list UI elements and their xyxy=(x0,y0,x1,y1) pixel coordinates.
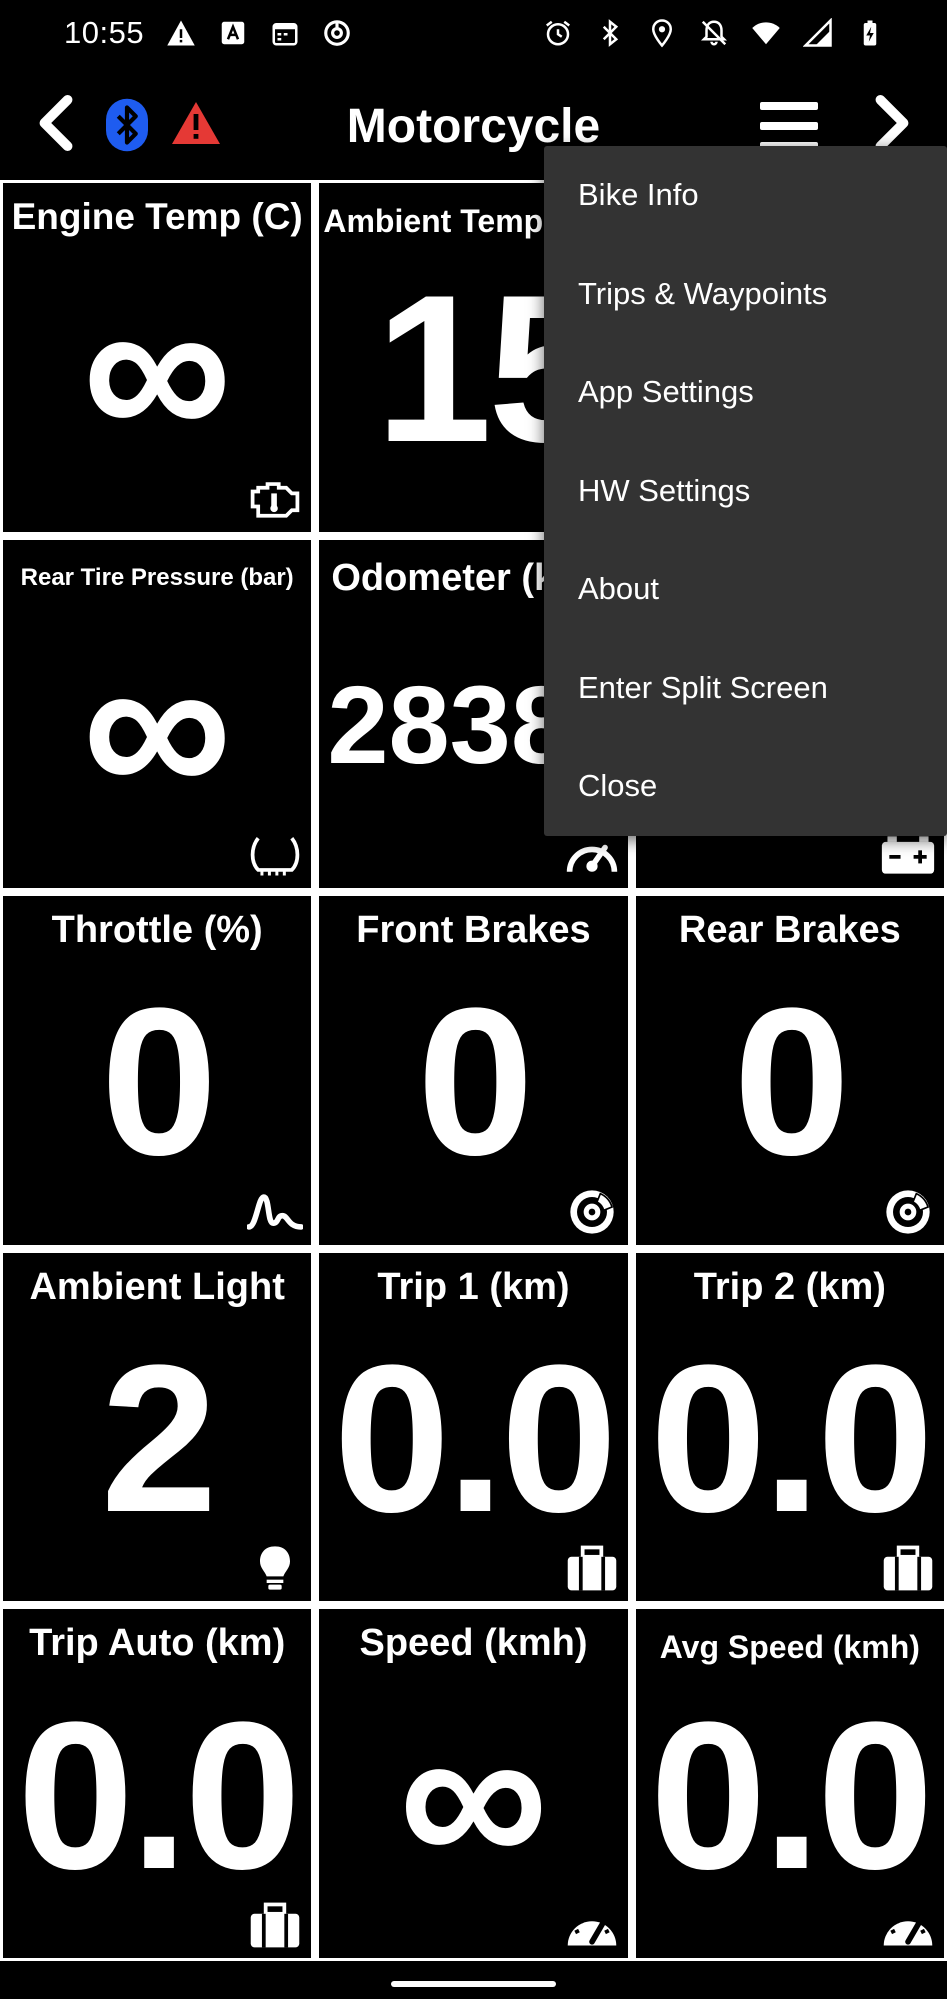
tile-label: Trip 2 (km) xyxy=(693,1265,886,1308)
tile-value: 2 xyxy=(100,1321,218,1557)
tile-label: Trip 1 (km) xyxy=(377,1265,570,1308)
tile-ambient-light[interactable]: Ambient Light 2 xyxy=(3,1252,312,1602)
speedometer-icon xyxy=(566,844,617,873)
gauge-icon xyxy=(883,1913,933,1946)
wifi-icon xyxy=(752,22,780,45)
tile-value: 0.0 xyxy=(649,1321,934,1557)
alert-icon xyxy=(167,20,195,46)
forward-chevron-icon[interactable] xyxy=(872,94,912,152)
font-icon xyxy=(221,21,245,45)
engine-icon xyxy=(251,481,300,518)
luggage-icon xyxy=(883,1545,933,1591)
tile-value: ∞ xyxy=(398,1677,549,1913)
home-handle[interactable] xyxy=(391,1981,556,1987)
tile-value: 0 xyxy=(417,964,534,1200)
tile-avg-speed[interactable]: Avg Speed (kmh) 0.0 xyxy=(635,1609,944,1958)
sync-icon xyxy=(324,20,350,46)
cell-signal-icon xyxy=(803,18,832,47)
signal-icon xyxy=(247,1194,304,1230)
tile-label: Rear Brakes xyxy=(678,909,901,952)
bluetooth-status-icon xyxy=(602,19,619,47)
menu-item-trips-waypoints[interactable]: Trips & Waypoints xyxy=(544,245,947,344)
menu-item-about[interactable]: About xyxy=(544,540,947,639)
tile-throttle[interactable]: Throttle (%) 0 xyxy=(3,896,312,1245)
gauge-icon xyxy=(567,1913,616,1946)
tile-engine-temp[interactable]: Engine Temp (C) ∞ xyxy=(3,183,312,532)
tile-label: Throttle (%) xyxy=(51,909,263,952)
tile-label: Engine Temp (C) xyxy=(11,196,303,237)
location-icon xyxy=(651,19,673,48)
notifications-off-icon xyxy=(700,20,728,46)
tile-speed[interactable]: Speed (kmh) ∞ xyxy=(319,1609,628,1958)
tile-value: ∞ xyxy=(82,251,233,487)
calendar-icon xyxy=(272,23,298,46)
tile-label: Speed (kmh) xyxy=(359,1622,588,1665)
tile-value: 0.0 xyxy=(333,1321,618,1557)
battery-icon xyxy=(881,836,935,874)
status-right xyxy=(543,18,885,48)
menu-item-bike-info[interactable]: Bike Info xyxy=(544,146,947,245)
navigation-bar xyxy=(0,1961,947,1999)
menu-item-hw-settings[interactable]: HW Settings xyxy=(544,442,947,541)
brake-icon xyxy=(569,1190,614,1234)
status-bar: 10:55 xyxy=(0,0,947,66)
tile-trip-1[interactable]: Trip 1 (km) 0.0 xyxy=(319,1252,628,1602)
hamburger-menu-icon[interactable] xyxy=(760,102,818,150)
clock: 10:55 xyxy=(64,15,145,50)
tile-label: Rear Tire Pressure (bar) xyxy=(20,563,294,591)
tile-label: Avg Speed (kmh) xyxy=(659,1629,920,1666)
status-left: 10:55 xyxy=(64,15,352,51)
tile-value: 0.0 xyxy=(17,1677,301,1913)
overflow-menu: Bike Info Trips & Waypoints App Settings… xyxy=(544,146,947,836)
tile-value: ∞ xyxy=(82,607,233,843)
menu-item-split-screen[interactable]: Enter Split Screen xyxy=(544,639,947,738)
tile-label: Ambient Light xyxy=(29,1265,285,1308)
menu-item-app-settings[interactable]: App Settings xyxy=(544,343,947,442)
menu-item-close[interactable]: Close xyxy=(544,737,947,836)
luggage-icon xyxy=(251,1902,300,1948)
tile-label: Front Brakes xyxy=(356,909,591,952)
brake-icon xyxy=(886,1190,930,1234)
tile-front-brakes[interactable]: Front Brakes 0 xyxy=(319,896,628,1245)
tile-value: 0 xyxy=(100,964,218,1200)
lightbulb-icon xyxy=(260,1546,291,1591)
alarm-icon xyxy=(546,20,570,46)
luggage-icon xyxy=(567,1545,616,1591)
tile-rear-tire-pressure[interactable]: Rear Tire Pressure (bar) ∞ xyxy=(3,539,312,889)
tile-value: 0 xyxy=(733,964,850,1200)
tile-trip-auto[interactable]: Trip Auto (km) 0.0 xyxy=(3,1609,312,1958)
tire-icon xyxy=(251,837,300,876)
tile-rear-brakes[interactable]: Rear Brakes 0 xyxy=(635,896,944,1245)
tile-trip-2[interactable]: Trip 2 (km) 0.0 xyxy=(635,1252,944,1602)
tile-label: Trip Auto (km) xyxy=(29,1622,286,1665)
battery-charging-icon xyxy=(863,20,877,46)
tile-value: 0.0 xyxy=(649,1677,934,1913)
